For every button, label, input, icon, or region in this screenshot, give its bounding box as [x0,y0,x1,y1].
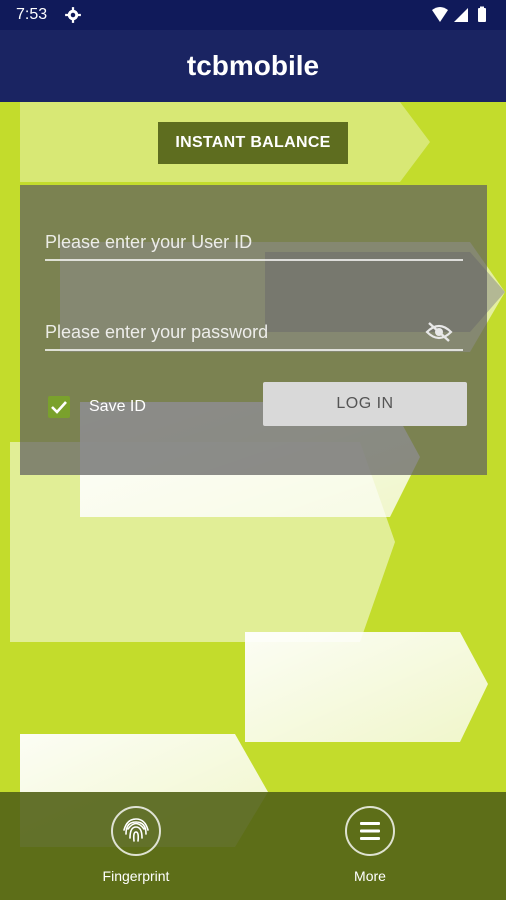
more-nav-item[interactable]: More [300,806,440,896]
status-bar: 7:53 [0,0,506,30]
user-id-placeholder: Please enter your User ID [45,232,253,252]
user-id-input[interactable]: Please enter your User ID [45,221,463,261]
fingerprint-icon [111,806,161,856]
password-input[interactable]: Please enter your password [45,311,463,351]
login-card: Please enter your User ID Please enter y… [20,185,487,475]
wifi-icon [432,7,448,22]
system-status-icons [432,6,486,22]
save-id-label: Save ID [89,398,146,415]
fingerprint-nav-item[interactable]: Fingerprint [66,806,206,896]
status-time: 7:53 [16,6,48,23]
checkmark-icon [51,401,67,414]
app-bar: tcbmobile [0,30,506,102]
password-placeholder: Please enter your password [45,322,269,342]
instant-balance-button[interactable]: INSTANT BALANCE [158,122,348,164]
login-button[interactable]: LOG IN [263,382,467,426]
fingerprint-label: Fingerprint [102,868,170,884]
signal-icon [454,8,468,22]
eye-off-icon[interactable] [425,321,453,343]
more-label: More [354,868,386,884]
gear-icon [65,7,81,23]
battery-icon [478,8,486,22]
menu-icon [345,806,395,856]
app-title: tcbmobile [186,50,320,81]
bottom-navigation: Fingerprint More [0,792,506,900]
save-id-checkbox[interactable] [48,396,70,418]
